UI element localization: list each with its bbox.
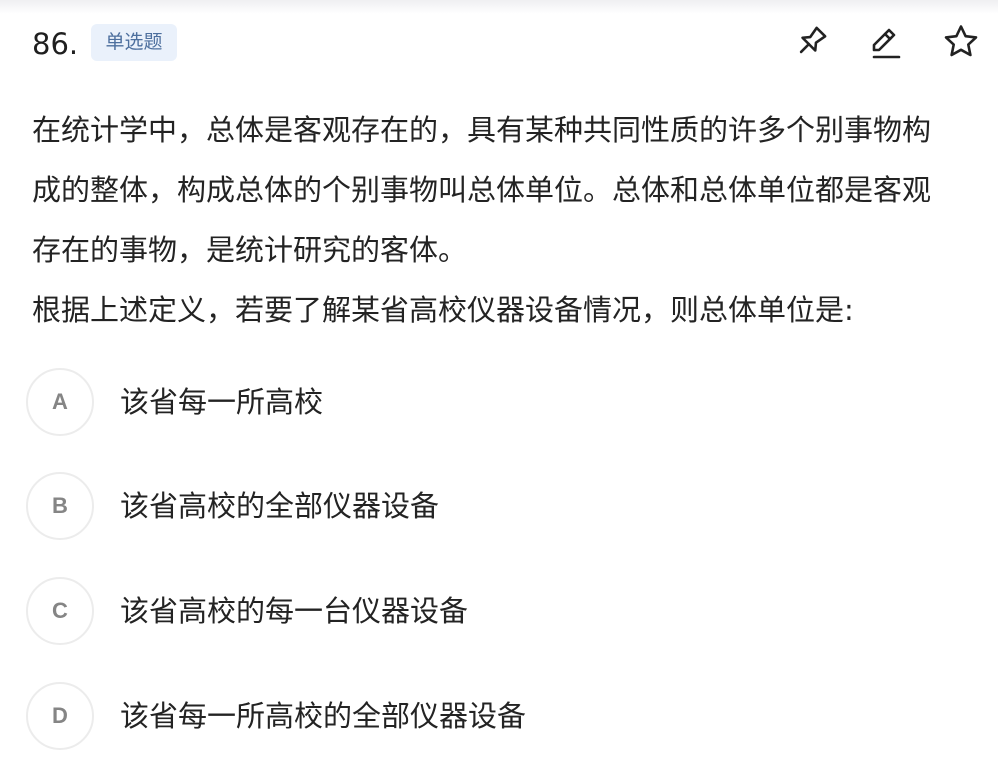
option-letter-badge: D xyxy=(26,682,94,750)
option-b[interactable]: B 该省高校的全部仪器设备 xyxy=(26,472,966,540)
option-d[interactable]: D 该省每一所高校的全部仪器设备 xyxy=(26,682,966,750)
stem-line: 存在的事物，是统计研究的客体。 xyxy=(32,233,468,267)
option-text: 该省高校的每一台仪器设备 xyxy=(120,594,469,628)
option-letter-badge: B xyxy=(26,472,94,540)
question-ask: 根据上述定义，若要了解某省高校仪器设备情况，则总体单位是: xyxy=(32,293,854,327)
favorite-button[interactable] xyxy=(941,22,981,62)
star-icon xyxy=(944,25,978,57)
question-header: 86. 单选题 xyxy=(0,0,998,90)
pin-button[interactable] xyxy=(791,22,831,62)
option-a[interactable]: A 该省每一所高校 xyxy=(26,368,966,436)
option-text: 该省高校的全部仪器设备 xyxy=(120,489,440,523)
edit-icon xyxy=(872,28,901,59)
option-text: 该省每一所高校的全部仪器设备 xyxy=(120,699,527,733)
stem-line: 成的整体，构成总体的个别事物叫总体单位。总体和总体单位都是客观 xyxy=(32,173,932,207)
pin-icon xyxy=(799,26,827,54)
question-type-badge: 单选题 xyxy=(91,24,177,61)
question-number: 86. xyxy=(32,27,79,61)
edit-button[interactable] xyxy=(866,22,906,62)
option-letter-badge: A xyxy=(26,368,94,436)
option-letter-badge: C xyxy=(26,577,94,645)
option-c[interactable]: C 该省高校的每一台仪器设备 xyxy=(26,577,966,645)
stem-line: 在统计学中，总体是客观存在的，具有某种共同性质的许多个别事物构 xyxy=(32,113,932,147)
question-stem: 在统计学中，总体是客观存在的，具有某种共同性质的许多个别事物构 成的整体，构成总… xyxy=(32,100,972,340)
option-text: 该省每一所高校 xyxy=(120,385,324,419)
